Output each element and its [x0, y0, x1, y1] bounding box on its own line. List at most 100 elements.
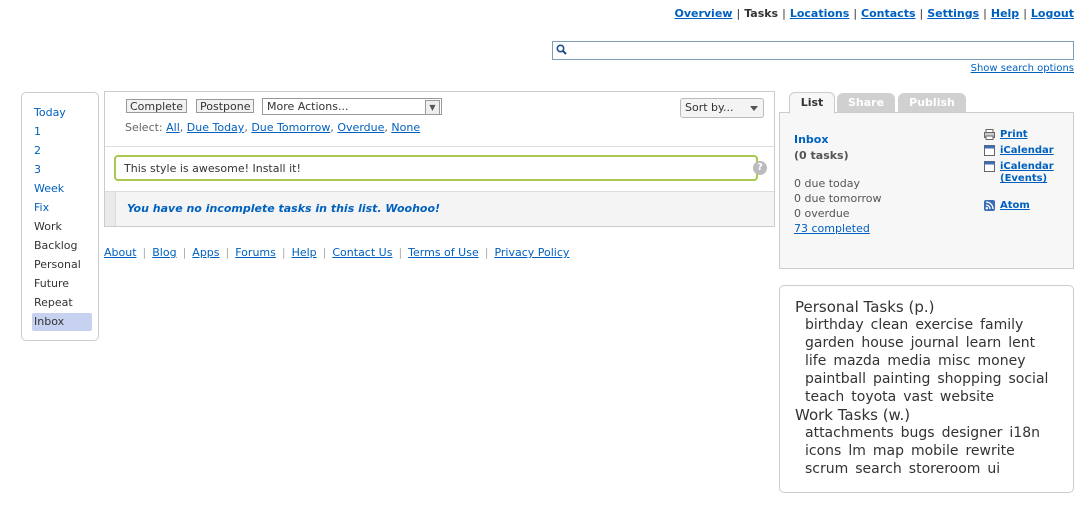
tag-line: teach toyota vast website — [805, 389, 1001, 405]
tag[interactable]: learn — [966, 335, 1001, 351]
nav-contacts[interactable]: Contacts — [861, 7, 915, 20]
tag[interactable]: house — [861, 335, 903, 351]
footer-privacy-link[interactable]: Privacy Policy — [494, 246, 569, 259]
tag[interactable]: scrum — [805, 461, 848, 477]
atom-link[interactable]: Atom — [1000, 200, 1030, 212]
tag[interactable]: storeroom — [909, 461, 981, 477]
list-info-title[interactable]: Inbox — [794, 133, 828, 146]
tag[interactable]: designer — [942, 425, 1003, 441]
tab-list[interactable]: List — [789, 92, 835, 114]
completed-link[interactable]: 73 completed — [794, 222, 870, 235]
tab-share[interactable]: Share — [837, 93, 895, 112]
nav-help[interactable]: Help — [991, 7, 1019, 20]
tag[interactable]: teach — [805, 389, 844, 405]
tag[interactable]: exercise — [915, 317, 973, 333]
show-search-options-link[interactable]: Show search options — [971, 63, 1074, 74]
list-item-today[interactable]: Today — [32, 104, 92, 122]
tag[interactable]: icons — [805, 443, 841, 459]
list-item-week[interactable]: Week — [32, 180, 92, 198]
print-icon — [984, 129, 995, 140]
nav-settings[interactable]: Settings — [927, 7, 979, 20]
top-nav: Overview | Tasks | Locations | Contacts | Settin… — [674, 7, 1074, 20]
nav-tasks[interactable]: Tasks — [744, 7, 778, 20]
select-all-link[interactable]: All — [166, 121, 180, 134]
complete-button[interactable]: Complete — [126, 99, 188, 113]
tag[interactable]: family — [980, 317, 1023, 333]
more-actions-value: More Actions... — [267, 100, 349, 113]
help-icon[interactable]: ? — [753, 161, 767, 175]
tag[interactable]: website — [940, 389, 994, 405]
list-item-work[interactable]: Work — [32, 218, 92, 236]
nav-logout[interactable]: Logout — [1031, 7, 1074, 20]
select-none-link[interactable]: None — [391, 121, 420, 134]
select-row: Select: All, Due Today, Due Tomorrow, Ov… — [125, 121, 421, 134]
tag[interactable]: map — [873, 443, 904, 459]
tag[interactable]: lent — [1008, 335, 1035, 351]
icalendar-link[interactable]: iCalendar — [1000, 145, 1054, 157]
tag[interactable]: media — [887, 353, 931, 369]
list-item-future[interactable]: Future — [32, 275, 92, 293]
icalendar-events-link[interactable]: iCalendar (Events) — [1000, 161, 1060, 185]
calendar-events-icon — [984, 161, 995, 172]
tag[interactable]: i18n — [1009, 425, 1040, 441]
select-due-today-link[interactable]: Due Today — [187, 121, 245, 134]
tag-line: garden house journal learn lent — [805, 335, 1042, 351]
tag-line: attachments bugs designer i18n — [805, 425, 1047, 441]
tag[interactable]: rewrite — [965, 443, 1014, 459]
search-input[interactable] — [571, 42, 1066, 59]
select-overdue-link[interactable]: Overdue — [337, 121, 384, 134]
tag[interactable]: mazda — [833, 353, 880, 369]
tag[interactable]: journal — [911, 335, 959, 351]
list-item-backlog[interactable]: Backlog — [32, 237, 92, 255]
more-actions-select[interactable]: More Actions... ▼ — [262, 98, 442, 115]
list-item-inbox[interactable]: Inbox — [32, 313, 92, 331]
list-item-1[interactable]: 1 — [32, 123, 92, 141]
tag[interactable]: search — [855, 461, 902, 477]
print-link[interactable]: Print — [1000, 129, 1028, 141]
due-today-stat: 0 due today — [794, 177, 860, 190]
footer-about-link[interactable]: About — [104, 246, 137, 259]
due-tomorrow-stat: 0 due tomorrow — [794, 192, 882, 205]
tag[interactable]: mobile — [911, 443, 958, 459]
tag[interactable]: garden — [805, 335, 854, 351]
list-nav: Today 1 2 3 Week Fix Work Backlog Person… — [21, 92, 99, 341]
add-task-input[interactable] — [114, 155, 758, 181]
tag[interactable]: toyota — [851, 389, 896, 405]
footer-forums-link[interactable]: Forums — [235, 246, 276, 259]
sort-by-button[interactable]: Sort by... — [680, 98, 764, 118]
footer-blog-link[interactable]: Blog — [152, 246, 176, 259]
list-item-personal[interactable]: Personal — [32, 256, 92, 274]
tag[interactable]: shopping — [937, 371, 1001, 387]
tag[interactable]: misc — [938, 353, 971, 369]
sort-by-label: Sort by... — [685, 101, 734, 114]
tag[interactable]: bugs — [901, 425, 935, 441]
postpone-button[interactable]: Postpone — [196, 99, 255, 113]
select-due-tomorrow-link[interactable]: Due Tomorrow — [251, 121, 330, 134]
list-item-2[interactable]: 2 — [32, 142, 92, 160]
tag[interactable]: vast — [903, 389, 933, 405]
tag[interactable]: ui — [987, 461, 1000, 477]
search-box — [552, 41, 1074, 60]
select-label: Select: — [125, 121, 163, 134]
tag[interactable]: painting — [873, 371, 930, 387]
tag[interactable]: lm — [848, 443, 866, 459]
list-item-repeat[interactable]: Repeat — [32, 294, 92, 312]
list-item-fix[interactable]: Fix — [32, 199, 92, 217]
nav-overview[interactable]: Overview — [674, 7, 732, 20]
tag[interactable]: clean — [871, 317, 909, 333]
nav-locations[interactable]: Locations — [790, 7, 849, 20]
list-info-panel: Inbox (0 tasks) 0 due today 0 due tomorr… — [779, 112, 1074, 269]
footer-contact-link[interactable]: Contact Us — [332, 246, 392, 259]
tag[interactable]: money — [978, 353, 1026, 369]
footer-help-link[interactable]: Help — [292, 246, 317, 259]
footer-terms-link[interactable]: Terms of Use — [408, 246, 479, 259]
tag[interactable]: paintball — [805, 371, 866, 387]
list-item-3[interactable]: 3 — [32, 161, 92, 179]
tag[interactable]: social — [1009, 371, 1049, 387]
tag[interactable]: life — [805, 353, 826, 369]
tag[interactable]: birthday — [805, 317, 864, 333]
tag[interactable]: attachments — [805, 425, 894, 441]
footer-apps-link[interactable]: Apps — [192, 246, 219, 259]
rss-icon — [984, 200, 995, 211]
tab-publish[interactable]: Publish — [898, 93, 966, 112]
